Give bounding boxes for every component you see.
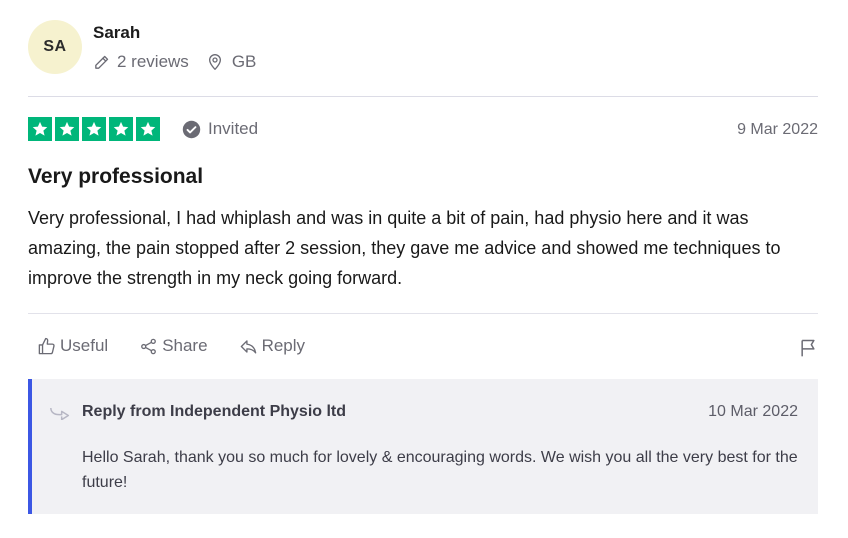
share-icon — [141, 338, 157, 354]
reply-arrow-icon — [50, 407, 70, 420]
review-title[interactable]: Very professional — [28, 165, 203, 189]
star-icon — [82, 117, 106, 141]
reply-button[interactable]: Reply — [239, 336, 305, 356]
share-button[interactable]: Share — [139, 336, 208, 356]
location-pin-icon — [208, 54, 221, 71]
star-rating — [28, 117, 160, 141]
company-reply: Reply from Independent Physio ltd 10 Mar… — [28, 379, 818, 514]
useful-button[interactable]: Useful — [37, 336, 108, 356]
reviewer-meta: 2 reviews GB — [93, 52, 256, 72]
reply-label: Reply — [261, 336, 306, 355]
reviewer-country: GB — [231, 52, 257, 71]
reply-date: 10 Mar 2022 — [708, 403, 798, 420]
invited-badge[interactable]: Invited — [182, 119, 258, 139]
review-actions: Useful Share Reply — [37, 336, 336, 356]
share-label: Share — [162, 336, 208, 355]
reply-icon — [240, 339, 256, 354]
reviews-count-label: 2 reviews — [117, 52, 189, 71]
flag-icon — [801, 339, 815, 357]
check-circle-icon — [182, 120, 201, 138]
invited-label: Invited — [208, 119, 259, 138]
reply-from-label: Reply from Independent Physio ltd — [82, 403, 347, 420]
report-flag-button[interactable] — [798, 338, 818, 363]
reviews-count: 2 reviews — [93, 52, 189, 72]
review-body: Very professional, I had whiplash and wa… — [28, 208, 781, 288]
reviewer-initials: SA — [43, 38, 67, 55]
thumbs-up-icon — [38, 337, 55, 354]
star-icon — [109, 117, 133, 141]
pencil-icon — [95, 55, 109, 69]
reviewer-location: GB — [207, 52, 257, 72]
header-divider — [28, 96, 818, 97]
actions-divider — [28, 313, 818, 314]
review-date: 9 Mar 2022 — [737, 121, 818, 138]
star-icon — [136, 117, 160, 141]
star-icon — [28, 117, 52, 141]
star-icon — [55, 117, 79, 141]
reviewer-avatar[interactable]: SA — [28, 20, 82, 74]
reply-text: Hello Sarah, thank you so much for lovel… — [82, 449, 798, 491]
useful-label: Useful — [60, 336, 109, 355]
reviewer-name[interactable]: Sarah — [93, 23, 140, 43]
